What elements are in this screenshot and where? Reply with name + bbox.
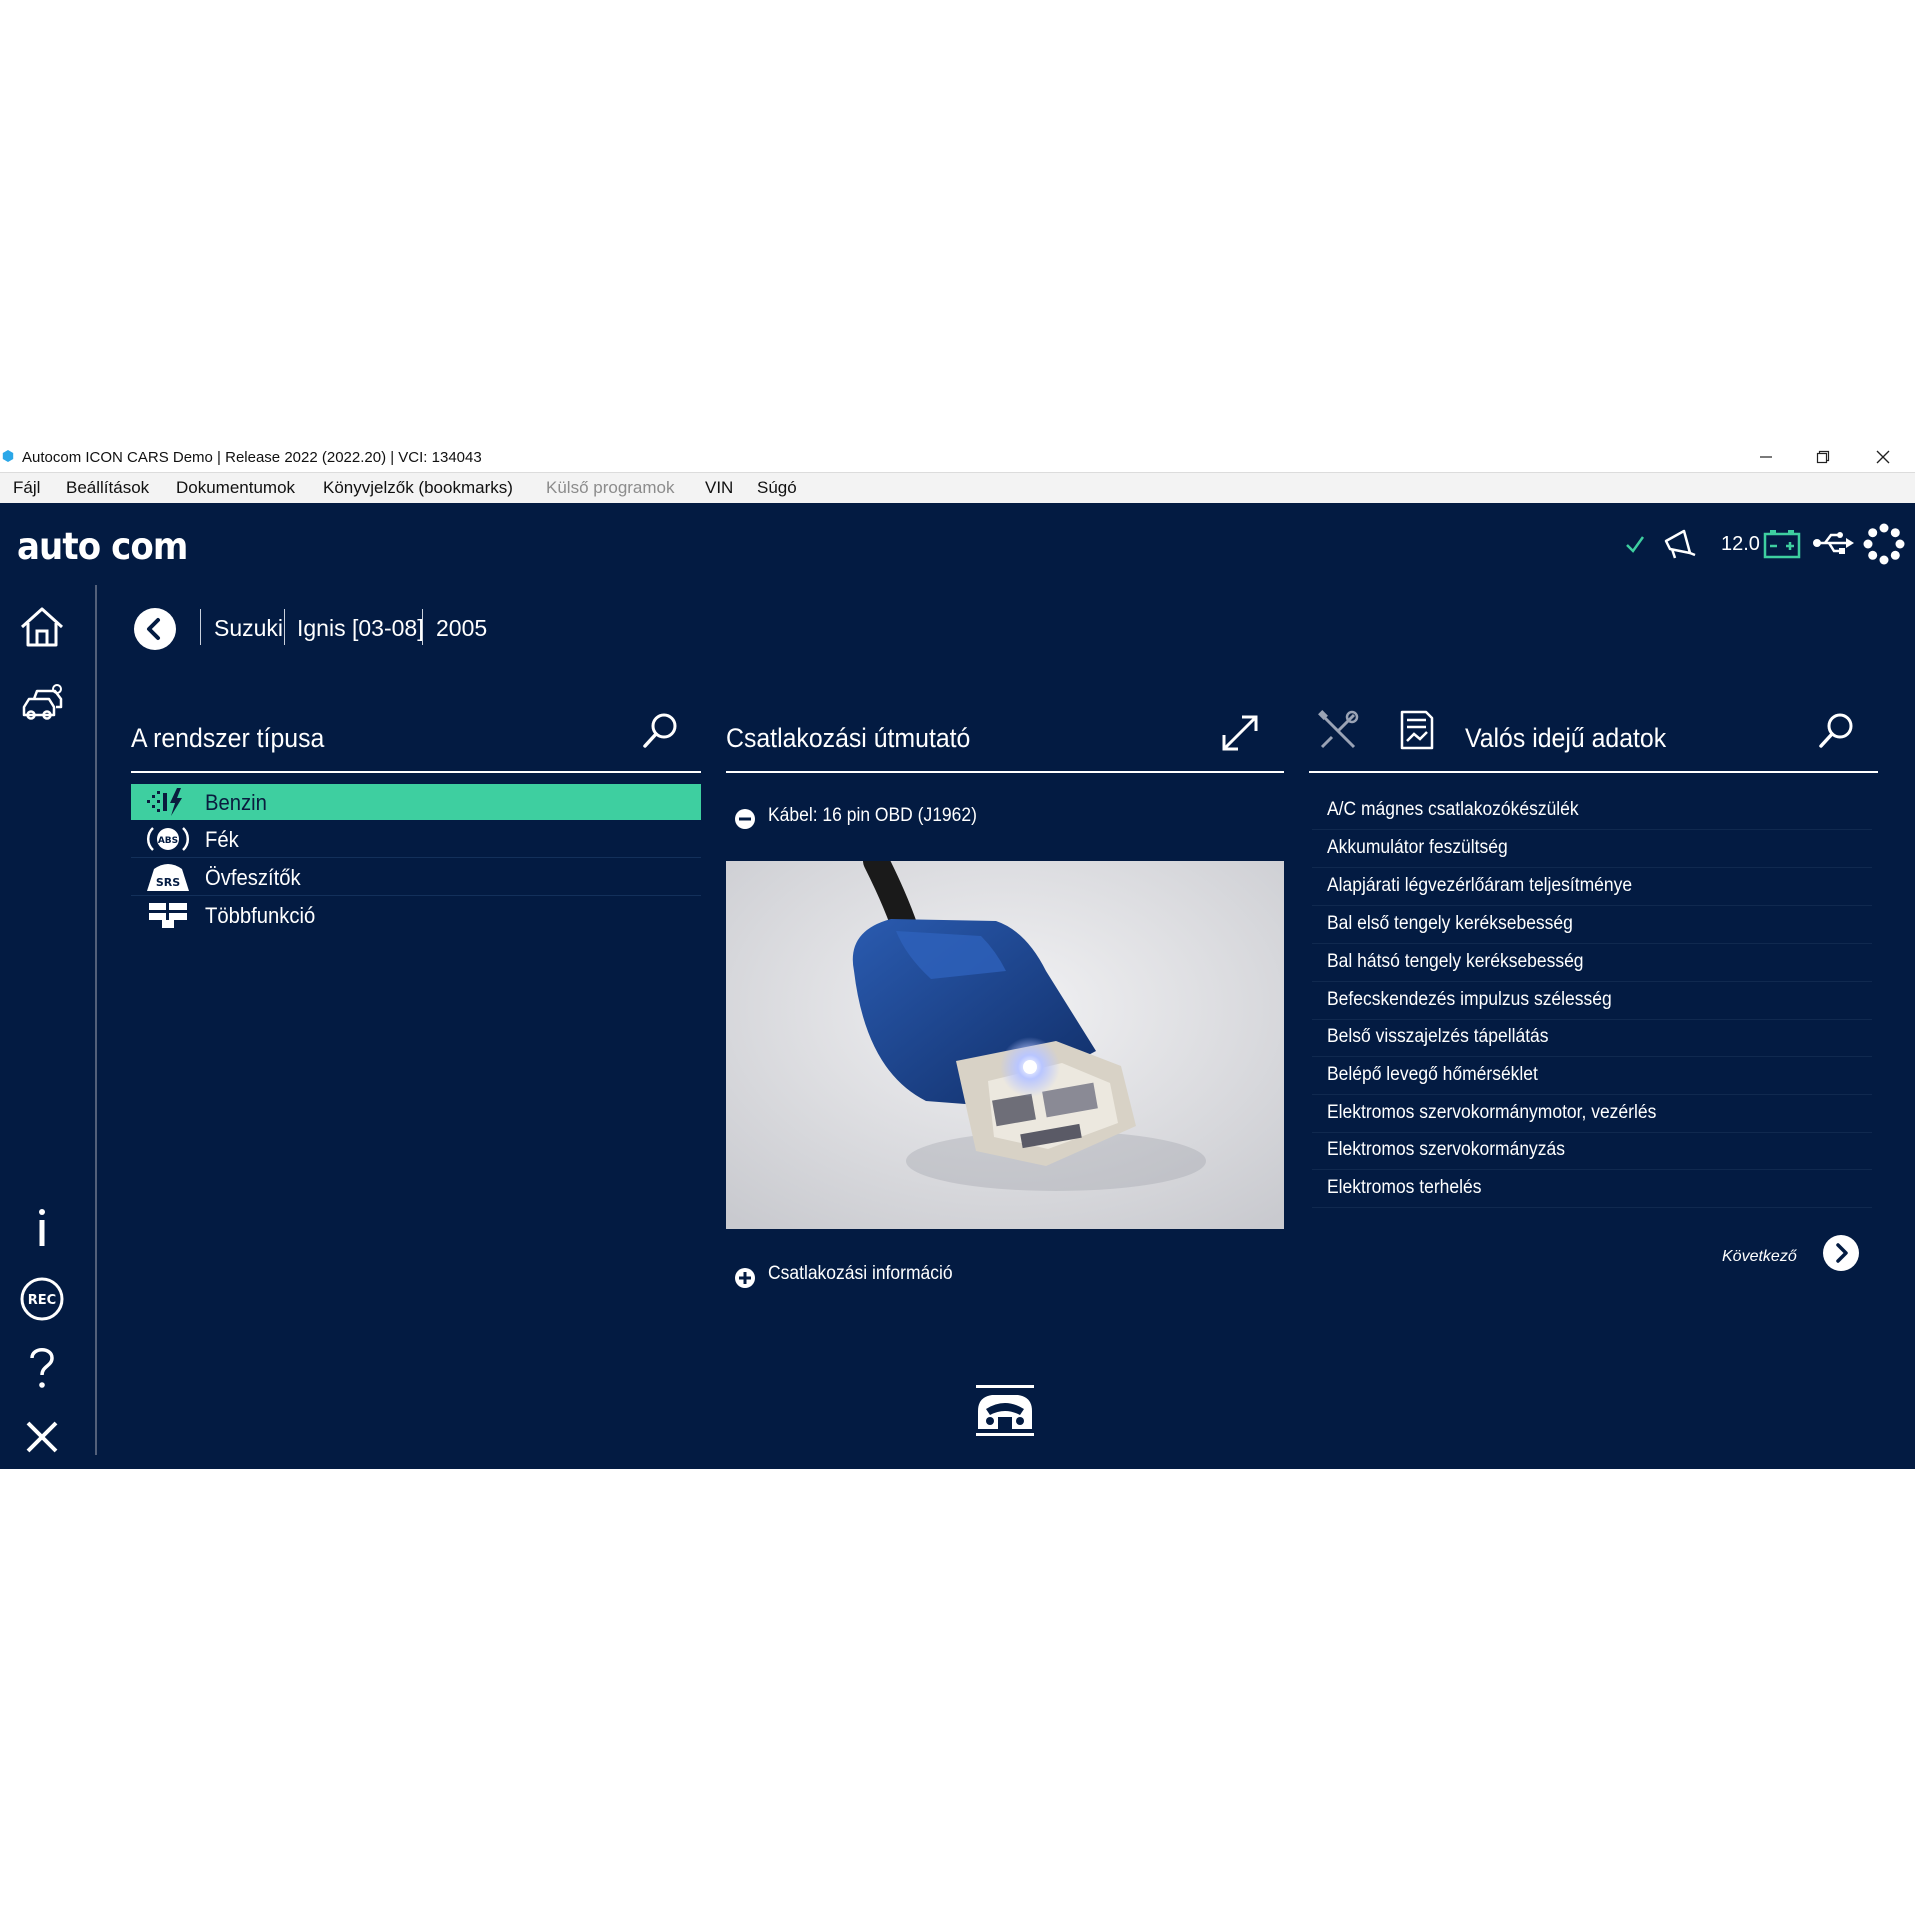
megaphone-icon[interactable] [1662, 527, 1698, 561]
row-divider [131, 857, 701, 858]
close-window-button[interactable] [1855, 442, 1911, 472]
close-icon [1876, 450, 1890, 464]
breadcrumb-make[interactable]: Suzuki [214, 615, 283, 642]
realtime-item[interactable]: Bal első tengely keréksebesség [1327, 913, 1573, 935]
cable-type: Kábel: 16 pin OBD (J1962) [768, 805, 977, 826]
row-divider [1312, 1207, 1872, 1208]
home-icon[interactable] [18, 603, 66, 651]
realtime-search-icon[interactable] [1816, 711, 1856, 751]
expand-info-icon[interactable] [734, 1267, 756, 1289]
row-divider [1312, 1169, 1872, 1170]
multifunction-icon [149, 903, 187, 928]
connection-panel-divider [726, 771, 1284, 773]
menu-bar: Fájl Beállítások Dokumentumok Könyvjelző… [0, 472, 1915, 503]
sidebar-divider [95, 585, 97, 1455]
svg-text:SRS: SRS [156, 876, 180, 889]
realtime-item[interactable]: Elektromos szervokormányzás [1327, 1139, 1565, 1161]
realtime-item[interactable]: Befecskendezés impulzus szélesség [1327, 989, 1612, 1011]
connection-panel-title: Csatlakozási útmutató [726, 723, 971, 753]
system-panel-divider [131, 771, 701, 773]
expand-icon[interactable] [1218, 711, 1262, 755]
title-bar: Autocom ICON CARS Demo | Release 2022 (2… [0, 442, 1915, 472]
exit-icon[interactable] [18, 1413, 66, 1461]
vehicle-diagnostics-icon[interactable] [972, 1383, 1038, 1439]
restore-icon [1816, 450, 1830, 464]
connection-info-link[interactable]: Csatlakozási információ [768, 1263, 953, 1285]
menu-file[interactable]: Fájl [13, 478, 40, 498]
check-icon [1626, 536, 1645, 553]
system-item-brakes[interactable]: ABS Fék [131, 821, 701, 857]
window-title: Autocom ICON CARS Demo | Release 2022 (2… [22, 449, 482, 466]
autocom-logo: auto com [17, 525, 188, 568]
realtime-panel-divider [1309, 771, 1878, 773]
system-item-benzin[interactable]: Benzin [131, 784, 701, 820]
system-item-label: Fék [205, 827, 239, 852]
next-label[interactable]: Következő [1722, 1248, 1797, 1266]
system-item-multifunction[interactable]: Többfunkció [131, 897, 701, 933]
realtime-item[interactable]: Elektromos terhelés [1327, 1177, 1481, 1199]
menu-bookmarks[interactable]: Könyvjelzők (bookmarks) [323, 478, 513, 498]
tools-icon[interactable] [1316, 709, 1360, 753]
usb-icon [1813, 532, 1854, 554]
realtime-item[interactable]: Belső visszajelzés tápellátás [1327, 1026, 1549, 1048]
realtime-panel-title: Valós idejű adatok [1465, 723, 1667, 753]
app-window: Autocom ICON CARS Demo | Release 2022 (2… [0, 442, 1915, 1469]
row-divider [1312, 1056, 1872, 1057]
minimize-icon [1760, 456, 1772, 458]
help-icon[interactable] [18, 1343, 66, 1391]
breadcrumb-model[interactable]: Ignis [03-08] [297, 615, 424, 642]
abs-icon: ABS [146, 827, 190, 851]
srs-icon: SRS [147, 864, 189, 891]
row-divider [1312, 1019, 1872, 1020]
row-divider [1312, 867, 1872, 868]
fuel-injection-icon [147, 788, 182, 816]
row-divider [1312, 1132, 1872, 1133]
search-icon[interactable] [640, 711, 680, 751]
data-sheet-icon[interactable] [1396, 708, 1436, 752]
svg-text:REC: REC [28, 1293, 56, 1308]
realtime-item[interactable]: Belépő levegő hőmérséklet [1327, 1064, 1538, 1086]
row-divider [1312, 943, 1872, 944]
vci-connection-icon[interactable] [1863, 523, 1905, 565]
breadcrumb-year[interactable]: 2005 [436, 615, 487, 642]
minimize-button[interactable] [1738, 442, 1794, 472]
row-divider [1312, 905, 1872, 906]
info-icon[interactable] [18, 1203, 66, 1251]
voltage-readout: 12.0 [1721, 533, 1760, 555]
row-divider [1312, 829, 1872, 830]
svg-text:ABS: ABS [158, 836, 178, 846]
realtime-item[interactable]: Bal hátsó tengely keréksebesség [1327, 951, 1584, 973]
menu-help[interactable]: Súgó [757, 478, 797, 498]
menu-external-programs: Külső programok [546, 478, 675, 497]
next-button[interactable] [1822, 1234, 1860, 1272]
row-divider [131, 895, 701, 896]
realtime-item[interactable]: Akkumulátor feszültség [1327, 837, 1508, 859]
realtime-item[interactable]: A/C mágnes csatlakozókészülék [1327, 799, 1579, 821]
record-icon[interactable]: REC [18, 1275, 66, 1323]
row-divider [1312, 1094, 1872, 1095]
app-icon [2, 450, 14, 462]
menu-settings[interactable]: Beállítások [66, 478, 149, 498]
system-panel-title: A rendszer típusa [131, 723, 325, 753]
realtime-item[interactable]: Elektromos szervokormánymotor, vezérlés [1327, 1102, 1656, 1124]
row-divider [1312, 981, 1872, 982]
menu-vin[interactable]: VIN [705, 478, 733, 498]
vehicle-selection-icon[interactable] [18, 681, 66, 729]
system-item-label: Benzin [205, 790, 267, 815]
breadcrumb-separator [200, 609, 201, 645]
breadcrumb-separator [422, 609, 423, 645]
realtime-item[interactable]: Alapjárati légvezérlőáram teljesítménye [1327, 875, 1632, 897]
system-item-label: Többfunkció [205, 903, 316, 928]
back-button[interactable] [133, 607, 177, 651]
main-area: auto com 12.0 REC Suzuki Ignis [03-08] 2… [0, 503, 1915, 1469]
menu-documents[interactable]: Dokumentumok [176, 478, 295, 498]
system-item-seatbelt-tensioners[interactable]: SRS Övfeszítők [131, 859, 701, 895]
system-item-label: Övfeszítők [205, 865, 301, 890]
restore-button[interactable] [1795, 442, 1851, 472]
obd-connector-image [726, 861, 1284, 1229]
breadcrumb-separator [284, 609, 285, 645]
battery-icon [1763, 530, 1801, 559]
collapse-icon[interactable] [734, 808, 756, 830]
